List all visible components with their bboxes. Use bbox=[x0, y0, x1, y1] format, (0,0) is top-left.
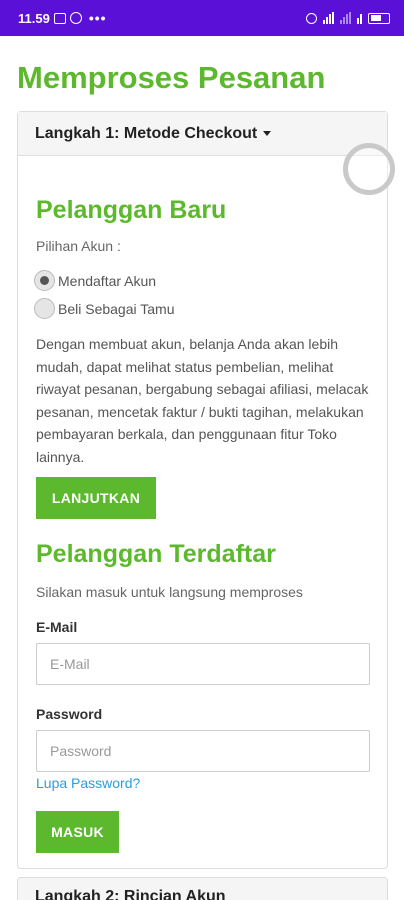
account-options-label: Pilihan Akun : bbox=[36, 238, 121, 254]
signal-2-icon bbox=[340, 12, 351, 24]
more-notifications-icon: ••• bbox=[88, 10, 107, 26]
status-bar: 11.59 ••• bbox=[0, 0, 404, 36]
password-label: Password bbox=[36, 706, 103, 722]
forgot-password-link[interactable]: Lupa Password? bbox=[36, 775, 140, 791]
radio-guest-checkout[interactable]: Beli Sebagai Tamu bbox=[34, 298, 174, 319]
network-icon bbox=[357, 12, 362, 24]
account-benefits-text: Dengan membuat akun, belanja Anda akan l… bbox=[36, 336, 369, 465]
alarm-icon bbox=[306, 12, 317, 24]
radio-guest-label: Beli Sebagai Tamu bbox=[58, 300, 175, 317]
step1-heading: Langkah 1: Metode Checkout bbox=[35, 124, 258, 142]
email-field[interactable]: E-Mail bbox=[36, 643, 370, 685]
status-bar-right bbox=[306, 12, 390, 24]
radio-guest-control[interactable] bbox=[34, 298, 55, 319]
step1-header[interactable]: Langkah 1: Metode Checkout bbox=[18, 112, 387, 156]
login-subtitle: Silakan masuk untuk langsung memproses bbox=[36, 584, 303, 600]
notification-icon bbox=[53, 12, 66, 24]
whatsapp-icon bbox=[69, 12, 82, 24]
step2-header[interactable]: Langkah 2: Rincian Akun bbox=[17, 877, 388, 900]
status-time: 11.59 bbox=[18, 10, 50, 26]
radio-register-label: Mendaftar Akun bbox=[58, 272, 157, 289]
loading-spinner-icon bbox=[343, 143, 395, 195]
password-field[interactable]: Password bbox=[36, 730, 370, 772]
login-button[interactable]: MASUK bbox=[36, 811, 119, 853]
radio-register-account[interactable]: Mendaftar Akun bbox=[34, 270, 156, 291]
registered-customer-title: Pelanggan Terdaftar bbox=[36, 540, 276, 568]
battery-icon bbox=[368, 12, 390, 24]
page-title: Memproses Pesanan bbox=[17, 60, 326, 95]
signal-icon bbox=[323, 12, 334, 24]
email-label: E-Mail bbox=[36, 619, 78, 635]
continue-button[interactable]: LANJUTKAN bbox=[36, 477, 156, 519]
radio-register-control[interactable] bbox=[34, 270, 55, 291]
status-bar-left: 11.59 ••• bbox=[18, 10, 107, 26]
caret-down-icon bbox=[263, 131, 272, 136]
new-customer-title: Pelanggan Baru bbox=[36, 196, 227, 224]
step2-heading: Langkah 2: Rincian Akun bbox=[35, 888, 226, 900]
